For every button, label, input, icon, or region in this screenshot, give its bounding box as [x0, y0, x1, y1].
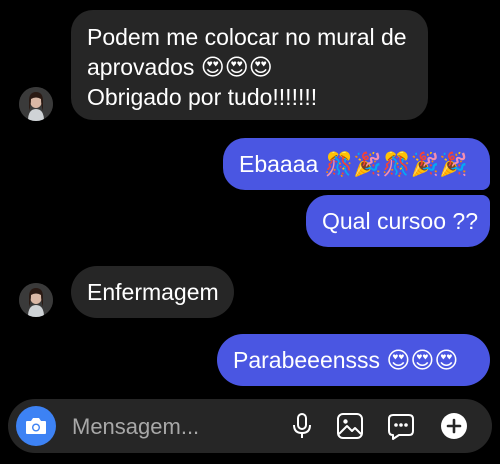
message-text-line: Podem me colocar no mural de [87, 24, 407, 50]
sender-avatar[interactable] [19, 87, 53, 121]
camera-icon [26, 418, 46, 434]
message-text-line: Qual cursoo ?? [322, 208, 478, 234]
camera-button[interactable] [16, 406, 56, 446]
gallery-icon [337, 413, 363, 439]
message-text-line: Parabeeensss 😍😍😍 [233, 347, 459, 373]
avatar-image [19, 283, 53, 317]
message-bubble-outgoing[interactable]: Ebaaaa 🎊🎉🎊🎉🎉 [223, 138, 490, 190]
message-bubble-outgoing[interactable]: Parabeeensss 😍😍😍 [217, 334, 490, 386]
microphone-button[interactable] [286, 410, 318, 442]
sticker-button[interactable] [385, 410, 417, 442]
message-text-line: Obrigado por tudo!!!!!!! [87, 84, 318, 110]
message-composer [8, 399, 492, 453]
message-bubble-incoming[interactable]: Enfermagem [71, 266, 234, 318]
gallery-button[interactable] [334, 410, 366, 442]
avatar-image [19, 87, 53, 121]
sticker-icon [388, 414, 414, 440]
message-bubble-incoming[interactable]: Podem me colocar no mural de aprovados 😍… [71, 10, 428, 120]
message-bubble-outgoing[interactable]: Qual cursoo ?? [306, 195, 490, 247]
message-text-line: Ebaaaa 🎊🎉🎊🎉🎉 [239, 151, 468, 177]
plus-icon [441, 413, 467, 439]
message-text-line: Enfermagem [87, 279, 219, 305]
sender-avatar[interactable] [19, 283, 53, 317]
message-text-line: aprovados 😍😍😍 [87, 54, 273, 80]
plus-button[interactable] [438, 410, 470, 442]
microphone-icon [293, 413, 311, 438]
message-input[interactable] [70, 407, 274, 447]
